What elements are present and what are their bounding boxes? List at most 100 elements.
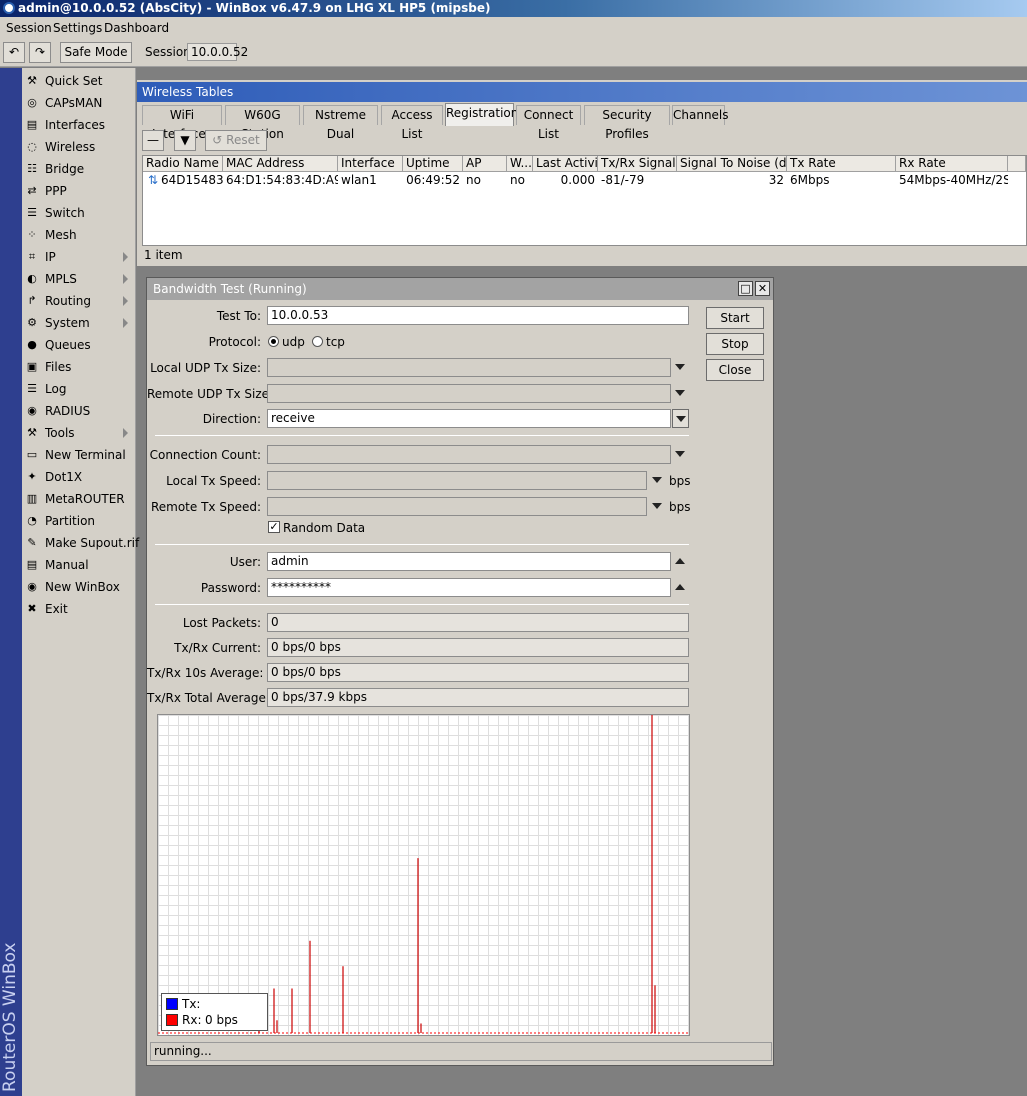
column-header[interactable]: Signal To Noise (dB) (677, 156, 787, 172)
menu-settings[interactable]: Settings (53, 21, 102, 35)
submenu-arrow-icon (123, 296, 128, 306)
tab-security-profiles[interactable]: Security Profiles (584, 105, 670, 141)
station-icon: ⇅ (148, 173, 159, 187)
test-to-input[interactable]: 10.0.0.53 (267, 306, 689, 325)
collapse-arrow-icon[interactable] (675, 584, 685, 590)
metarouter-icon: ▥ (26, 492, 38, 505)
table-cell: no (510, 173, 525, 187)
tab-connect-list[interactable]: Connect List (516, 105, 581, 141)
sidebar-item-wireless[interactable]: ◌ Wireless (22, 136, 135, 158)
sidebar-item-ppp[interactable]: ⇄ PPP (22, 180, 135, 202)
table-cell: 06:49:52 (406, 173, 460, 187)
dropdown-arrow-icon[interactable] (652, 503, 662, 509)
column-header[interactable]: Uptime (403, 156, 463, 172)
column-header[interactable]: AP (463, 156, 507, 172)
sidebar-item-quick-set[interactable]: ⚒ Quick Set (22, 70, 135, 92)
column-header[interactable]: Tx Rate (787, 156, 896, 172)
column-header[interactable]: Tx/Rx Signal ... (598, 156, 677, 172)
sidebar-item-queues[interactable]: ● Queues (22, 334, 135, 356)
local-udp-tx-size-input[interactable] (267, 358, 671, 377)
sidebar-item-label: Make Supout.rif (45, 536, 140, 550)
dropdown-arrow-icon[interactable] (675, 451, 685, 457)
sidebar-item-system[interactable]: ⚙ System (22, 312, 135, 334)
sidebar-item-label: New Terminal (45, 448, 126, 462)
sidebar-item-radius[interactable]: ◉ RADIUS (22, 400, 135, 422)
column-header[interactable]: Last Activit... (533, 156, 598, 172)
local-tx-speed-input[interactable] (267, 471, 647, 490)
tab-registration[interactable]: Registration (445, 103, 518, 126)
sidebar-item-capsman[interactable]: ◎ CAPsMAN (22, 92, 135, 114)
undo-button[interactable]: ↶ (3, 42, 25, 63)
redo-button[interactable]: ↷ (29, 42, 51, 63)
tab-channels[interactable]: Channels (672, 105, 729, 125)
sidebar-item-interfaces[interactable]: ▤ Interfaces (22, 114, 135, 136)
maximize-button[interactable]: □ (738, 281, 753, 296)
sidebar-item-label: CAPsMAN (45, 96, 103, 110)
tab-nstreme-dual[interactable]: Nstreme Dual (303, 105, 378, 141)
direction-dropdown-button[interactable] (672, 409, 689, 428)
local-tx-speed-label: Local Tx Speed: (166, 474, 261, 488)
reset-button[interactable]: ↺ Reset (205, 130, 267, 151)
sidebar-item-mpls[interactable]: ◐ MPLS (22, 268, 135, 290)
sidebar-item-manual[interactable]: ▤ Manual (22, 554, 135, 576)
sidebar-item-files[interactable]: ▣ Files (22, 356, 135, 378)
sidebar-item-mesh[interactable]: ⁘ Mesh (22, 224, 135, 246)
password-input[interactable]: ********** (267, 578, 671, 597)
radius-icon: ◉ (27, 404, 37, 417)
submenu-arrow-icon (123, 274, 128, 284)
dropdown-arrow-icon[interactable] (675, 364, 685, 370)
column-header[interactable]: Interface (338, 156, 403, 172)
wireless-tables-window: Wireless Tables WiFi Interfaces W60G Sta… (137, 80, 1027, 266)
tab-w60g-station[interactable]: W60G Station (225, 105, 300, 141)
remote-tx-speed-input[interactable] (267, 497, 647, 516)
menu-dashboard[interactable]: Dashboard (104, 21, 169, 35)
log-icon: ☰ (27, 382, 37, 395)
remove-button[interactable]: — (142, 130, 164, 151)
mpls-icon: ◐ (27, 272, 37, 285)
sidebar-item-tools[interactable]: ⚒ Tools (22, 422, 135, 444)
dropdown-arrow-icon[interactable] (675, 390, 685, 396)
protocol-udp-radio[interactable] (268, 336, 279, 347)
sidebar-item-make-supout-rif[interactable]: ✎ Make Supout.rif (22, 532, 139, 554)
sidebar-item-label: Interfaces (45, 118, 105, 132)
sidebar-item-ip[interactable]: ⌗ IP (22, 246, 135, 268)
connection-count-input[interactable] (267, 445, 671, 464)
column-header[interactable]: MAC Address (223, 156, 338, 172)
tab-access-list[interactable]: Access List (381, 105, 443, 141)
sidebar-item-new-winbox[interactable]: ◉ New WinBox (22, 576, 135, 598)
filter-button[interactable]: ▼ (174, 130, 196, 151)
start-button[interactable]: Start (706, 307, 764, 329)
stop-button[interactable]: Stop (706, 333, 764, 355)
sidebar-item-dot1x[interactable]: ✦ Dot1X (22, 466, 135, 488)
column-header[interactable]: W... (507, 156, 533, 172)
brand-text: RouterOS WinBox (0, 942, 20, 1092)
reset-icon: ↺ (212, 133, 223, 147)
sidebar-item-new-terminal[interactable]: ▭ New Terminal (22, 444, 135, 466)
submenu-arrow-icon (123, 252, 128, 262)
dropdown-arrow-icon[interactable] (652, 477, 662, 483)
close-button[interactable]: Close (706, 359, 764, 381)
menu-session[interactable]: Session (6, 21, 52, 35)
submenu-arrow-icon (123, 318, 128, 328)
user-input[interactable]: admin (267, 552, 671, 571)
filter-icon: ▼ (180, 133, 190, 147)
sidebar-item-metarouter[interactable]: ▥ MetaROUTER (22, 488, 135, 510)
sidebar-item-bridge[interactable]: ☷ Bridge (22, 158, 135, 180)
sidebar-item-partition[interactable]: ◔ Partition (22, 510, 135, 532)
tab-wifi-interfaces[interactable]: WiFi Interfaces (142, 105, 222, 141)
random-data-checkbox[interactable]: ✓ (268, 521, 280, 533)
sidebar-item-switch[interactable]: ☰ Switch (22, 202, 135, 224)
sidebar-item-label: New WinBox (45, 580, 120, 594)
protocol-tcp-radio[interactable] (312, 336, 323, 347)
direction-select[interactable]: receive (267, 409, 671, 428)
column-header[interactable]: Rx Rate (896, 156, 1008, 172)
column-header[interactable]: Radio Name (143, 156, 223, 172)
close-window-button[interactable]: ✕ (755, 281, 770, 296)
collapse-arrow-icon[interactable] (675, 558, 685, 564)
remote-udp-tx-size-input[interactable] (267, 384, 671, 403)
sidebar-item-routing[interactable]: ↱ Routing (22, 290, 135, 312)
sidebar-item-log[interactable]: ☰ Log (22, 378, 135, 400)
table-cell: 6Mbps (790, 173, 830, 187)
safe-mode-button[interactable]: Safe Mode (60, 42, 132, 63)
sidebar-item-exit[interactable]: ✖ Exit (22, 598, 135, 620)
